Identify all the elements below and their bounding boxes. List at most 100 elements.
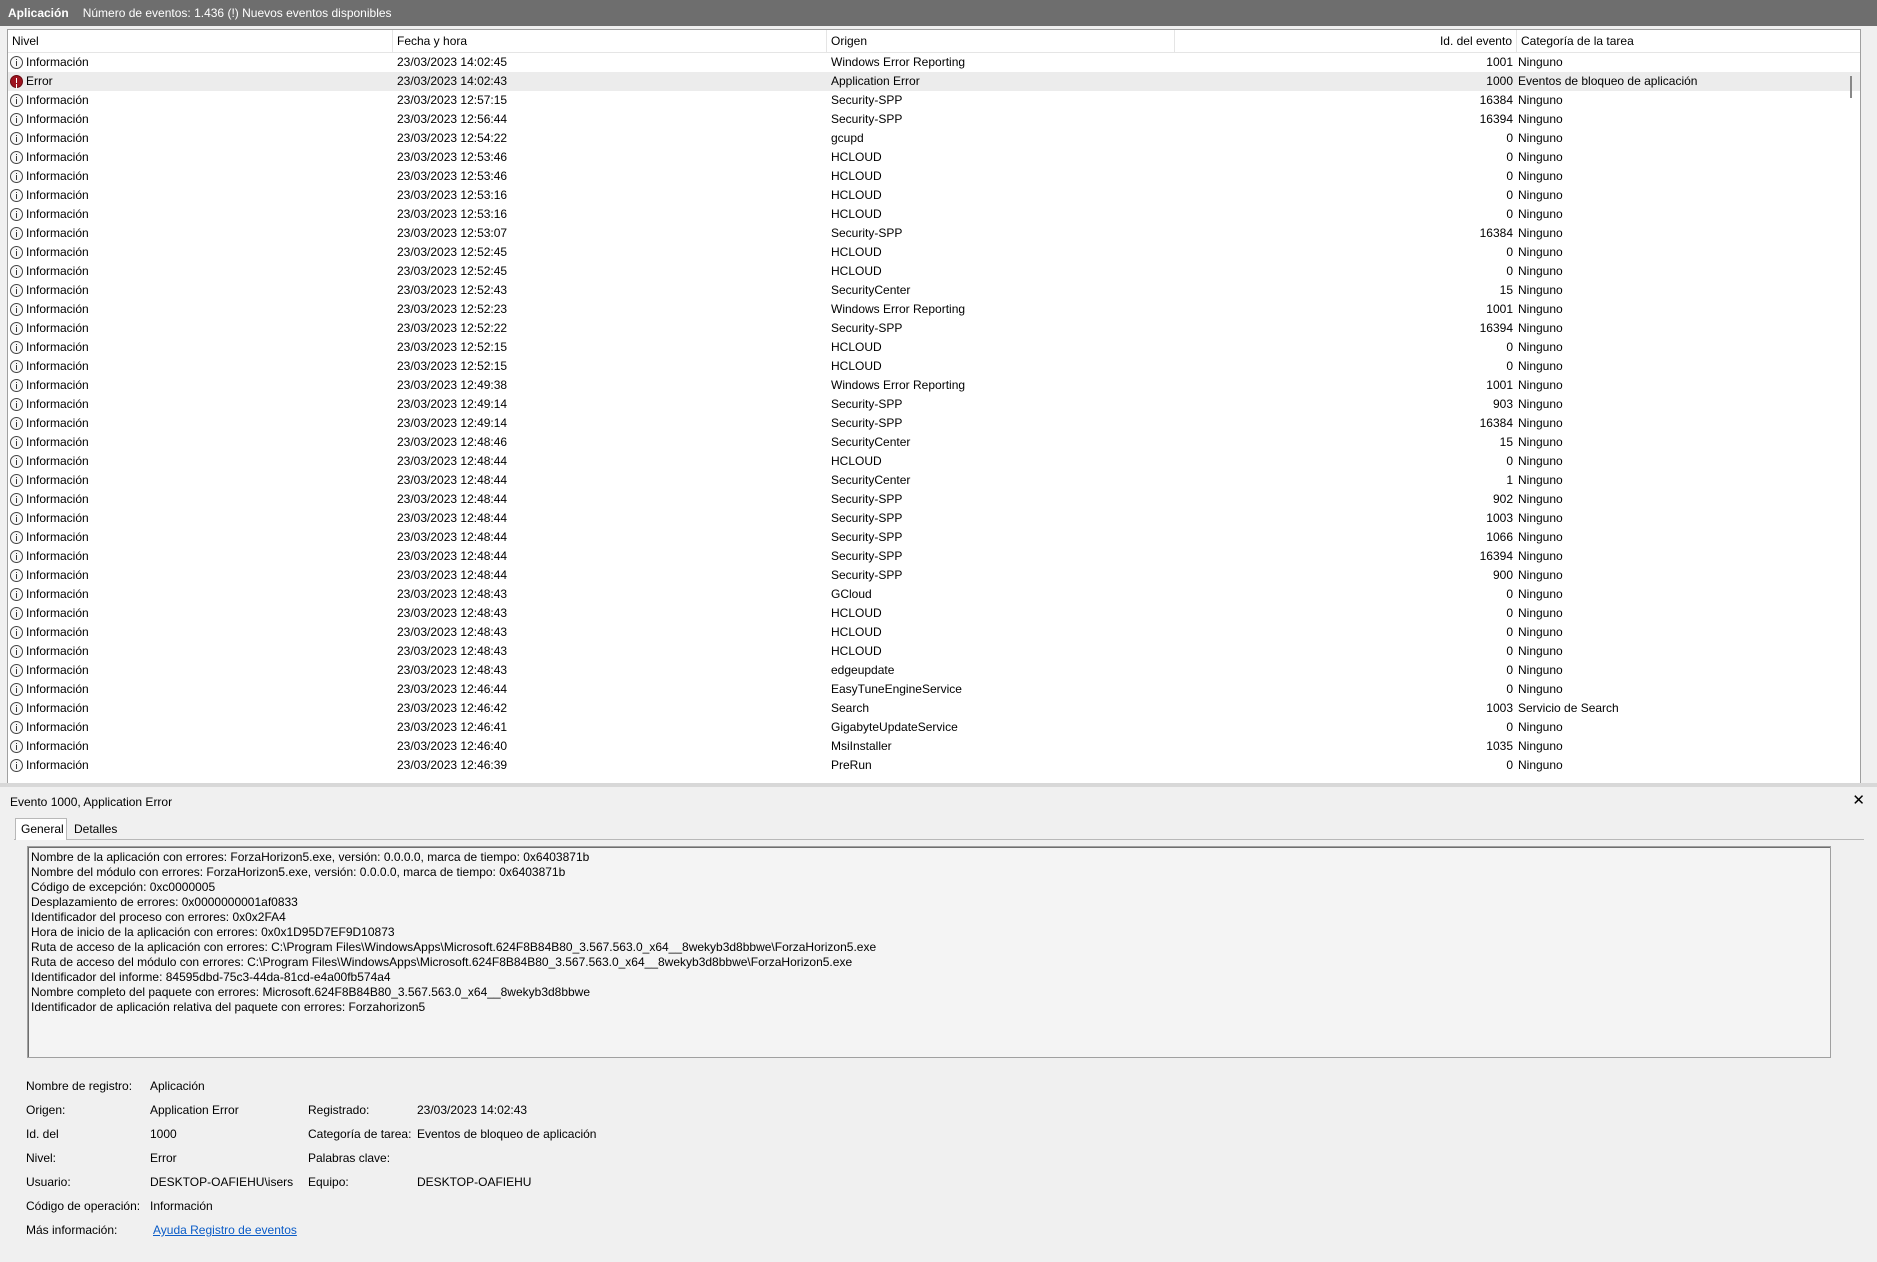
event-row[interactable]: Información 23/03/2023 12:53:07 Security-S… (8, 224, 1860, 243)
column-header-source[interactable]: Origen (827, 30, 1175, 52)
event-row[interactable]: Información 23/03/2023 12:52:45 HCLOUD 0 Nin… (8, 262, 1860, 281)
event-level: Información (26, 226, 89, 240)
event-source: Security-SPP (831, 226, 903, 240)
event-level: Información (26, 397, 89, 411)
event-row[interactable]: Información 23/03/2023 12:52:22 Security-S… (8, 319, 1860, 338)
information-icon (10, 436, 23, 449)
description-line: Ruta de acceso de la aplicación con erro… (31, 940, 877, 954)
event-row[interactable]: Información 23/03/2023 12:48:46 SecurityCe… (8, 433, 1860, 452)
event-row[interactable]: Información 23/03/2023 12:48:43 HCLOUD 0 Nin… (8, 642, 1860, 661)
event-source: HCLOUD (831, 644, 882, 658)
event-row[interactable]: Información 23/03/2023 12:52:43 SecurityCe… (8, 281, 1860, 300)
event-date: 23/03/2023 12:48:43 (397, 663, 508, 677)
event-row[interactable]: Información 23/03/2023 12:48:44 Security-S… (8, 566, 1860, 585)
more-info-link[interactable]: Ayuda Registro de eventos (153, 1222, 297, 1238)
event-row[interactable]: Información 23/03/2023 12:46:40 MsiInstall… (8, 737, 1860, 756)
prop-computer-label: Equipo: (308, 1175, 349, 1189)
event-count-status[interactable]: Número de eventos: 1.436 (!) Nuevos even… (83, 6, 392, 20)
event-id: 0 (1506, 150, 1513, 164)
event-task-category: Ninguno (1518, 682, 1563, 696)
event-row[interactable]: Información 23/03/2023 12:48:43 GCloud 0 Nin… (8, 585, 1860, 604)
event-row[interactable]: Información 23/03/2023 12:48:43 HCLOUD 0 Nin… (8, 604, 1860, 623)
event-row[interactable]: Información 23/03/2023 12:53:16 HCLOUD 0 Nin… (8, 205, 1860, 224)
pane-splitter[interactable] (0, 783, 1877, 787)
tab-details[interactable]: Detalles (69, 820, 135, 840)
event-id: 16394 (1479, 112, 1513, 126)
event-date: 23/03/2023 12:53:07 (397, 226, 508, 240)
event-row[interactable]: Información 23/03/2023 12:54:22 gcupd 0 Ning… (8, 129, 1860, 148)
column-header-task-category[interactable]: Categoría de la tarea (1517, 30, 1860, 52)
event-row[interactable]: Información 23/03/2023 12:56:44 Security-S… (8, 110, 1860, 129)
event-level: Información (26, 739, 89, 753)
vertical-scrollbar[interactable] (1844, 52, 1858, 782)
event-date: 23/03/2023 12:46:40 (397, 739, 508, 753)
column-header-level[interactable]: Nivel (8, 30, 393, 52)
description-line: Desplazamiento de errores: 0x0000000001a… (31, 895, 298, 909)
event-source: HCLOUD (831, 454, 882, 468)
event-row[interactable]: Información 23/03/2023 12:48:44 HCLOUD 0 Nin… (8, 452, 1860, 471)
event-row[interactable]: Información 23/03/2023 12:52:15 HCLOUD 0 Nin… (8, 338, 1860, 357)
event-level: Información (26, 169, 89, 183)
event-list[interactable]: Nivel Fecha y hora Origen Id. del evento… (7, 29, 1861, 784)
prop-more-info-label: Más información: (26, 1223, 118, 1237)
event-row[interactable]: Información 23/03/2023 12:52:23 Windows Er… (8, 300, 1860, 319)
event-row[interactable]: Error 23/03/2023 14:02:43 Application Erro… (8, 72, 1860, 91)
event-row[interactable]: Información 23/03/2023 12:48:44 Security-S… (8, 547, 1860, 566)
event-row[interactable]: Información 23/03/2023 12:46:41 GigabyteUp… (8, 718, 1860, 737)
column-header-event-id[interactable]: Id. del evento (1175, 30, 1517, 52)
event-row[interactable]: Información 23/03/2023 12:53:16 HCLOUD 0 Nin… (8, 186, 1860, 205)
event-source: Security-SPP (831, 492, 903, 506)
event-level-cell: Información (10, 300, 390, 319)
event-level: Información (26, 701, 89, 715)
event-source: Security-SPP (831, 321, 903, 335)
event-task-category: Ninguno (1518, 568, 1563, 582)
event-row[interactable]: Información 23/03/2023 12:53:46 HCLOUD 0 Nin… (8, 167, 1860, 186)
event-task-category: Ninguno (1518, 739, 1563, 753)
event-row[interactable]: Información 23/03/2023 12:48:43 edgeupdate… (8, 661, 1860, 680)
event-date: 23/03/2023 12:48:44 (397, 549, 508, 563)
event-row[interactable]: Información 23/03/2023 12:46:44 EasyTuneEn… (8, 680, 1860, 699)
event-row[interactable]: Información 23/03/2023 12:46:39 PreRun 0 Nin… (8, 756, 1860, 775)
prop-level-value: Error (150, 1151, 177, 1165)
event-row[interactable]: Información 23/03/2023 12:48:44 Security-S… (8, 509, 1860, 528)
close-icon[interactable]: ✕ (1852, 791, 1865, 811)
event-source: Security-SPP (831, 93, 903, 107)
scrollbar-thumb[interactable] (1850, 76, 1852, 98)
event-level: Información (26, 492, 89, 506)
event-row[interactable]: Información 23/03/2023 12:48:43 HCLOUD 0 Nin… (8, 623, 1860, 642)
event-id: 0 (1506, 340, 1513, 354)
event-id: 0 (1506, 625, 1513, 639)
event-row[interactable]: Información 23/03/2023 12:49:14 Security-S… (8, 414, 1860, 433)
event-row[interactable]: Información 23/03/2023 12:48:44 Security-S… (8, 490, 1860, 509)
event-id: 1001 (1486, 55, 1513, 69)
event-row[interactable]: Información 23/03/2023 12:53:46 HCLOUD 0 Nin… (8, 148, 1860, 167)
event-level: Información (26, 720, 89, 734)
event-task-category: Ninguno (1518, 435, 1563, 449)
prop-log-name-label: Nombre de registro: (26, 1079, 133, 1093)
title-bar: Aplicación Número de eventos: 1.436 (!) … (0, 0, 1877, 26)
event-row[interactable]: Información 23/03/2023 12:49:38 Windows Er… (8, 376, 1860, 395)
event-date: 23/03/2023 12:52:22 (397, 321, 508, 335)
event-id: 0 (1506, 682, 1513, 696)
column-header-date[interactable]: Fecha y hora (393, 30, 827, 52)
event-source: gcupd (831, 131, 864, 145)
event-date: 23/03/2023 12:53:46 (397, 150, 508, 164)
event-row[interactable]: Información 23/03/2023 12:48:44 Security-S… (8, 528, 1860, 547)
event-row[interactable]: Información 23/03/2023 12:48:44 SecurityCe… (8, 471, 1860, 490)
event-date: 23/03/2023 12:52:23 (397, 302, 508, 316)
event-row[interactable]: Información 23/03/2023 12:52:45 HCLOUD 0 Nin… (8, 243, 1860, 262)
event-id: 1001 (1486, 302, 1513, 316)
event-task-category: Ninguno (1518, 511, 1563, 525)
prop-user-value: DESKTOP-OAFIEHU\isers (150, 1175, 294, 1189)
event-date: 23/03/2023 12:49:14 (397, 416, 508, 430)
event-row[interactable]: Información 23/03/2023 14:02:45 Windows Er… (8, 53, 1860, 72)
event-row[interactable]: Información 23/03/2023 12:46:42 Search 1003… (8, 699, 1860, 718)
tab-general[interactable]: General (15, 818, 67, 840)
event-source: Search (831, 701, 870, 715)
description-line: Identificador de aplicación relativa del… (31, 1000, 426, 1014)
event-row[interactable]: Información 23/03/2023 12:49:14 Security-S… (8, 395, 1860, 414)
event-date: 23/03/2023 12:48:46 (397, 435, 508, 449)
event-row[interactable]: Información 23/03/2023 12:52:15 HCLOUD 0 Nin… (8, 357, 1860, 376)
event-description-box[interactable]: Nombre de la aplicación con errores: For… (27, 846, 1831, 1058)
event-row[interactable]: Información 23/03/2023 12:57:15 Security-S… (8, 91, 1860, 110)
